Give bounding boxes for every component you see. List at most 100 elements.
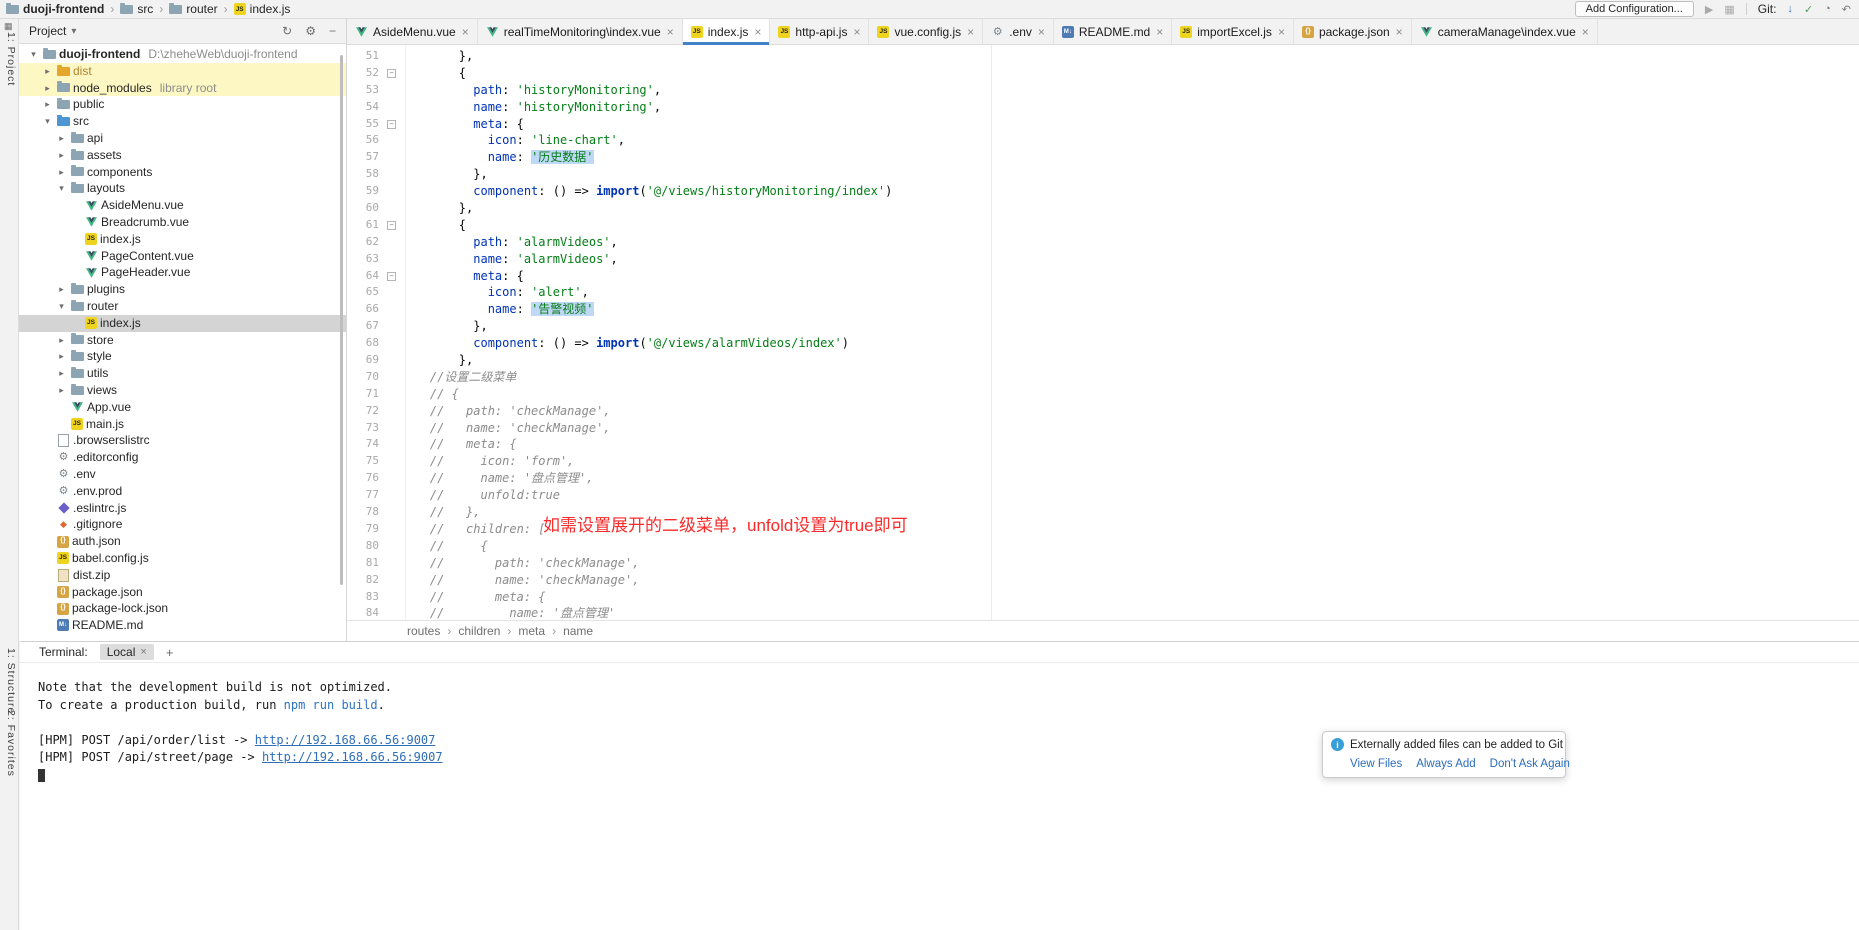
tree-item[interactable]: JSbabel.config.js [19, 550, 346, 567]
editor-tab[interactable]: JShttp-api.js× [770, 19, 869, 44]
code-line[interactable]: 72 // path: 'checkManage', [347, 403, 1859, 420]
refresh-icon[interactable]: ↻ [282, 24, 292, 38]
editor-tab[interactable]: JSindex.js× [683, 19, 771, 44]
tree-item[interactable]: PageHeader.vue [19, 264, 346, 281]
tab-close-icon[interactable]: × [1038, 25, 1045, 39]
code-line[interactable]: 61− { [347, 217, 1859, 234]
close-icon[interactable]: × [140, 646, 146, 658]
add-configuration-button[interactable]: Add Configuration... [1575, 1, 1694, 17]
tree-item[interactable]: PageContent.vue [19, 248, 346, 265]
tree-item[interactable]: App.vue [19, 399, 346, 416]
editor-tab[interactable]: JSimportExcel.js× [1172, 19, 1294, 44]
code-line[interactable]: 64− meta: { [347, 268, 1859, 285]
code-line[interactable]: 63 name: 'alarmVideos', [347, 251, 1859, 268]
breadcrumb-item[interactable]: children [458, 624, 500, 638]
notification-action-link[interactable]: Don't Ask Again [1490, 758, 1570, 770]
code-line[interactable]: 53 path: 'historyMonitoring', [347, 82, 1859, 99]
code-line[interactable]: 74 // meta: { [347, 436, 1859, 453]
tree-item[interactable]: ▸plugins [19, 281, 346, 298]
tab-close-icon[interactable]: × [1396, 25, 1403, 39]
tree-item[interactable]: JSindex.js [19, 315, 346, 332]
project-panel-title[interactable]: Project [29, 24, 66, 38]
code-line[interactable]: 52− { [347, 65, 1859, 82]
tree-item[interactable]: ▸public [19, 96, 346, 113]
tree-item[interactable]: {}package-lock.json [19, 600, 346, 617]
git-rollback-icon[interactable]: ↶ [1842, 3, 1851, 16]
code-line[interactable]: 58 }, [347, 166, 1859, 183]
fold-marker-icon[interactable]: − [387, 221, 396, 230]
tool-button-favorites[interactable]: 2: Favorites [2, 710, 17, 777]
code-line[interactable]: 83 // meta: { [347, 589, 1859, 606]
tree-item[interactable]: ⚙.env [19, 466, 346, 483]
tree-item[interactable]: ▸node_moduleslibrary root [19, 80, 346, 97]
breadcrumb-item[interactable]: router [169, 2, 217, 16]
code-line[interactable]: 54 name: 'historyMonitoring', [347, 99, 1859, 116]
tree-item[interactable]: JSmain.js [19, 416, 346, 433]
code-line[interactable]: 67 }, [347, 318, 1859, 335]
build-icon[interactable]: ▦ [1724, 3, 1734, 16]
code-line[interactable]: 66 name: '告警视频' [347, 301, 1859, 318]
tree-item[interactable]: ▸views [19, 382, 346, 399]
tree-item[interactable]: M↓README.md [19, 617, 346, 634]
tree-item[interactable]: ⚙.editorconfig [19, 449, 346, 466]
code-line[interactable]: 62 path: 'alarmVideos', [347, 234, 1859, 251]
code-line[interactable]: 76 // name: '盘点管理', [347, 470, 1859, 487]
code-line[interactable]: 75 // icon: 'form', [347, 453, 1859, 470]
breadcrumb-item[interactable]: src [120, 2, 153, 16]
tree-item[interactable]: ▾router [19, 298, 346, 315]
tree-item[interactable]: ▾layouts [19, 180, 346, 197]
breadcrumb-item[interactable]: meta [518, 624, 545, 638]
new-terminal-button[interactable]: + [166, 645, 174, 660]
tree-item[interactable]: ▸dist [19, 63, 346, 80]
code-line[interactable]: 81 // path: 'checkManage', [347, 555, 1859, 572]
editor-tab[interactable]: realTimeMonitoring\index.vue× [478, 19, 683, 44]
tree-item[interactable]: ▾src [19, 113, 346, 130]
editor-body[interactable]: 51 },52− {53 path: 'historyMonitoring',5… [347, 45, 1859, 620]
tree-scrollbar[interactable] [340, 55, 343, 585]
notification-action-link[interactable]: Always Add [1416, 758, 1475, 770]
code-line[interactable]: 51 }, [347, 48, 1859, 65]
fold-marker-icon[interactable]: − [387, 69, 396, 78]
tab-close-icon[interactable]: × [1582, 25, 1589, 39]
code-line[interactable]: 65 icon: 'alert', [347, 284, 1859, 301]
breadcrumb-item[interactable]: routes [407, 624, 440, 638]
code-line[interactable]: 56 icon: 'line-chart', [347, 132, 1859, 149]
tree-item[interactable]: .eslintrc.js [19, 500, 346, 517]
tree-item[interactable]: .browserslistrc [19, 432, 346, 449]
terminal-link[interactable]: http://192.168.66.56:9007 [255, 733, 436, 747]
code-line[interactable]: 57 name: '历史数据' [347, 149, 1859, 166]
git-history-icon[interactable]: ◔ [1824, 3, 1831, 15]
code-line[interactable]: 55− meta: { [347, 116, 1859, 133]
code-line[interactable]: 71 // { [347, 386, 1859, 403]
code-line[interactable]: 68 component: () => import('@/views/alar… [347, 335, 1859, 352]
tab-close-icon[interactable]: × [754, 25, 761, 39]
editor-tab[interactable]: ⚙.env× [983, 19, 1054, 44]
breadcrumb-item[interactable]: JSindex.js [234, 2, 291, 16]
chevron-down-icon[interactable]: ▾ [71, 26, 76, 37]
tree-item[interactable]: ▸assets [19, 147, 346, 164]
code-line[interactable]: 84 // name: '盘点管理' [347, 605, 1859, 620]
git-update-icon[interactable]: ↓ [1787, 3, 1793, 15]
tree-item[interactable]: {}auth.json [19, 533, 346, 550]
editor-tab[interactable]: JSvue.config.js× [869, 19, 983, 44]
tree-item[interactable]: ⚙.env.prod [19, 483, 346, 500]
tree-item[interactable]: ▸style [19, 348, 346, 365]
tree-item[interactable]: ▸components [19, 164, 346, 181]
tool-button-structure[interactable]: 1: Structure [2, 648, 17, 714]
tree-item[interactable]: ▾duoji-frontendD:\zheheWeb\duoji-fronten… [19, 46, 346, 63]
fold-marker-icon[interactable]: − [387, 272, 396, 281]
editor-tab[interactable]: cameraManage\index.vue× [1412, 19, 1598, 44]
breadcrumb-item[interactable]: duoji-frontend [6, 2, 104, 16]
tab-close-icon[interactable]: × [1156, 25, 1163, 39]
hide-panel-icon[interactable]: − [329, 24, 336, 38]
code-line[interactable]: 80 // { [347, 538, 1859, 555]
terminal-tab-local[interactable]: Local × [100, 644, 154, 660]
tab-close-icon[interactable]: × [1278, 25, 1285, 39]
tree-item[interactable]: dist.zip [19, 567, 346, 584]
tree-item[interactable]: ◆.gitignore [19, 516, 346, 533]
editor-tab[interactable]: M↓README.md× [1054, 19, 1172, 44]
terminal-content[interactable]: Note that the development build is not o… [20, 663, 1859, 784]
run-icon[interactable]: ▶ [1705, 3, 1713, 16]
code-line[interactable]: 73 // name: 'checkManage', [347, 420, 1859, 437]
code-line[interactable]: 77 // unfold:true [347, 487, 1859, 504]
